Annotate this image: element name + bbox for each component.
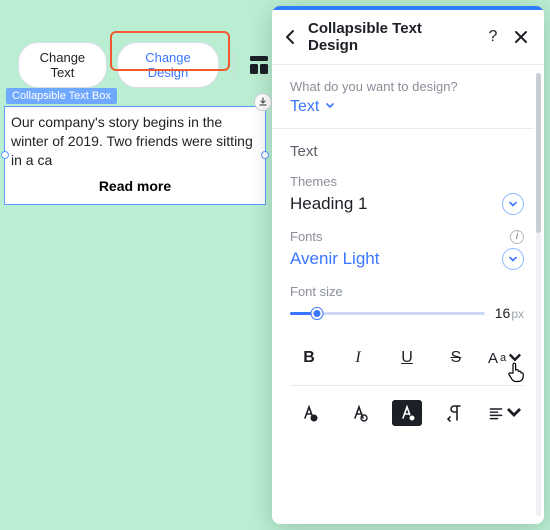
fontsize-label: Font size xyxy=(290,284,524,299)
design-target-dropdown[interactable]: Text xyxy=(290,98,524,116)
resize-handle-left[interactable] xyxy=(1,151,9,159)
text-direction-icon[interactable] xyxy=(438,398,472,428)
strikethrough-button[interactable]: S xyxy=(439,343,473,373)
element-toolbar: Change Text Change Design xyxy=(0,42,270,88)
resize-handle-right[interactable] xyxy=(261,151,269,159)
design-target-label: What do you want to design? xyxy=(290,79,524,94)
element-type-label: Collapsible Text Box xyxy=(6,88,117,104)
themes-dropdown[interactable]: Heading 1 xyxy=(290,193,524,215)
chevron-down-icon xyxy=(325,98,335,116)
design-target-value: Text xyxy=(290,98,319,116)
change-text-button[interactable]: Change Text xyxy=(18,42,107,88)
text-style-row: B I U S Aa xyxy=(290,339,524,386)
back-icon[interactable] xyxy=(280,26,302,48)
themes-value: Heading 1 xyxy=(290,194,368,214)
text-outline-icon[interactable] xyxy=(342,398,376,428)
panel-body: What do you want to design? Text Text Th… xyxy=(272,65,544,524)
text-color-icon[interactable] xyxy=(292,398,326,428)
read-more-button[interactable]: Read more xyxy=(11,178,259,194)
fontsize-slider[interactable] xyxy=(290,306,485,320)
download-icon[interactable] xyxy=(254,93,272,111)
panel-scroll-area: What do you want to design? Text Text Th… xyxy=(272,65,534,524)
underline-button[interactable]: U xyxy=(390,343,424,373)
fonts-label: Fonts xyxy=(290,229,323,244)
editor-canvas: Change Text Change Design Collapsible Te… xyxy=(0,0,270,530)
fontsize-control: 16px xyxy=(290,305,524,321)
panel-header: Collapsible Text Design ? xyxy=(272,10,544,65)
text-body: Our company's story begins in the winter… xyxy=(11,113,259,170)
alignment-icon[interactable] xyxy=(488,398,522,428)
info-icon[interactable]: i xyxy=(510,230,524,244)
scrollbar[interactable] xyxy=(536,73,541,516)
section-text-title: Text xyxy=(290,143,524,160)
layout-icon[interactable] xyxy=(248,54,270,76)
text-tools-row xyxy=(290,386,524,428)
italic-button[interactable]: I xyxy=(341,343,375,373)
themes-label: Themes xyxy=(290,174,524,189)
highlight-color-icon[interactable] xyxy=(392,400,422,426)
panel-title: Collapsible Text Design xyxy=(308,20,476,54)
selection-frame: Our company's story begins in the winter… xyxy=(4,106,266,205)
change-design-button[interactable]: Change Design xyxy=(117,42,219,88)
bold-button[interactable]: B xyxy=(292,343,326,373)
close-icon[interactable] xyxy=(510,26,532,48)
divider xyxy=(272,128,534,129)
chevron-down-icon xyxy=(502,248,524,270)
chevron-down-icon xyxy=(502,193,524,215)
collapsible-text-element[interactable]: Collapsible Text Box Our company's story… xyxy=(0,106,270,205)
toolbar-separator xyxy=(233,52,234,78)
design-panel: Collapsible Text Design ? What do you wa… xyxy=(272,6,544,524)
scrollbar-thumb[interactable] xyxy=(536,73,541,233)
help-icon[interactable]: ? xyxy=(482,26,504,48)
fontsize-value[interactable]: 16px xyxy=(495,305,524,321)
text-case-button[interactable]: Aa xyxy=(488,343,522,373)
slider-knob[interactable] xyxy=(312,308,323,319)
fonts-dropdown[interactable]: Avenir Light xyxy=(290,248,524,270)
fonts-value: Avenir Light xyxy=(290,249,379,269)
